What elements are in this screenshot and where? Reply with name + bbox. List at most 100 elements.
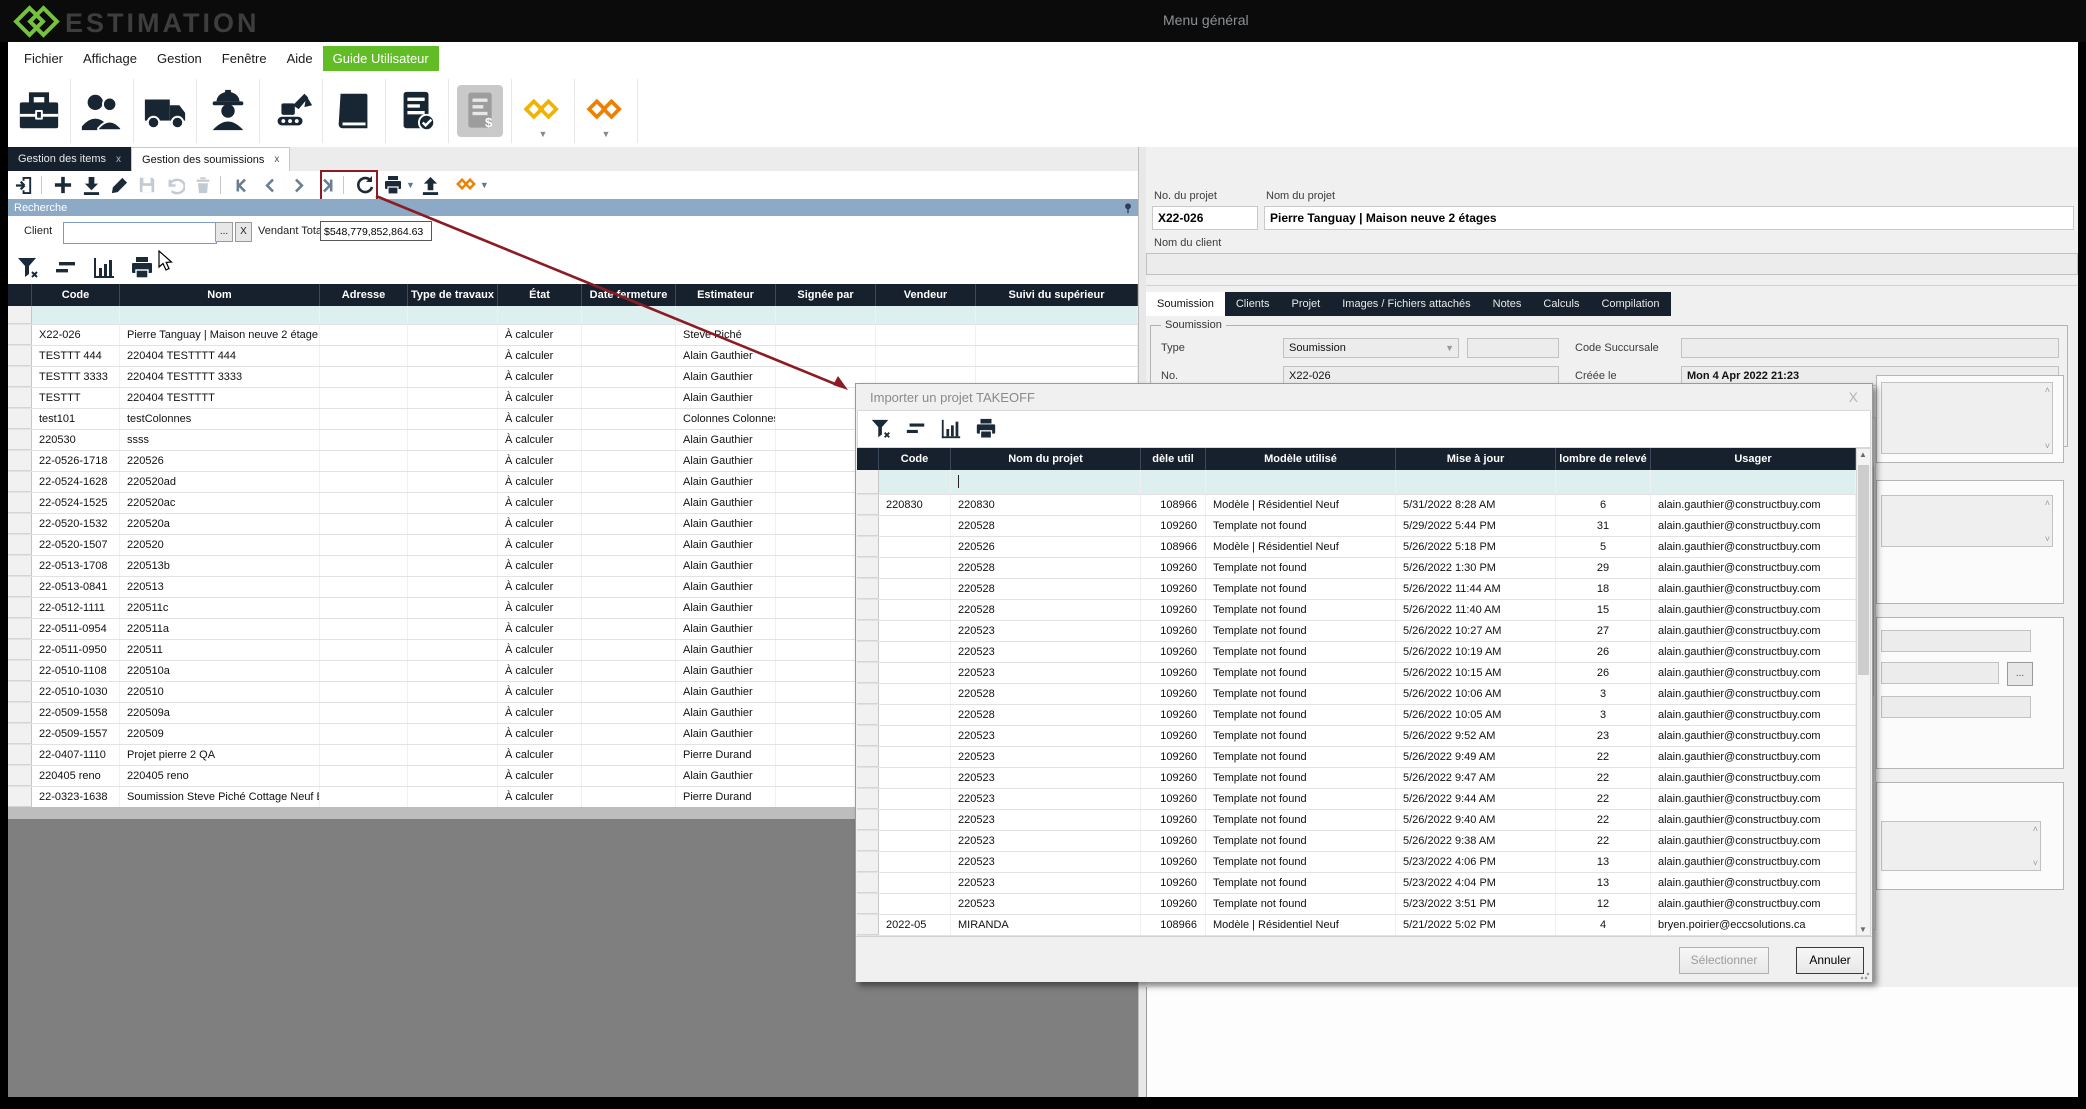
- nom-client-field[interactable]: [1146, 253, 2078, 275]
- table-row[interactable]: 220523109260Template not found5/26/2022 …: [857, 726, 1856, 747]
- first-record-button[interactable]: [230, 173, 254, 197]
- catalog-button[interactable]: [323, 79, 386, 143]
- group-lines-icon[interactable]: [54, 256, 78, 280]
- takeoff-import-dropdown[interactable]: ▼: [480, 180, 489, 190]
- tab-gestion-des-items[interactable]: Gestion des itemsx: [8, 147, 131, 171]
- table-row[interactable]: 2022-05MIRANDA108966Modèle | Résidentiel…: [857, 915, 1856, 936]
- table-row[interactable]: 220528109260Template not found5/26/2022 …: [857, 705, 1856, 726]
- undo-button[interactable]: [163, 173, 187, 197]
- table-row[interactable]: 220526108966Modèle | Résidentiel Neuf5/2…: [857, 537, 1856, 558]
- row-selector[interactable]: [857, 768, 879, 788]
- column-header-lombre-de-relev[interactable]: lombre de relevé: [1556, 448, 1651, 470]
- column-header-code[interactable]: Code: [879, 448, 951, 470]
- group-lines-icon[interactable]: [905, 418, 927, 440]
- row-selector[interactable]: [857, 831, 879, 851]
- chart-icon[interactable]: [92, 256, 116, 280]
- table-row[interactable]: 220523109260Template not found5/26/2022 …: [857, 642, 1856, 663]
- row-selector[interactable]: [857, 747, 879, 767]
- row-selector[interactable]: [857, 852, 879, 872]
- menu-item-guide-utilisateur[interactable]: Guide Utilisateur: [323, 46, 439, 71]
- table-row[interactable]: 220523109260Template not found5/23/2022 …: [857, 894, 1856, 915]
- table-row[interactable]: 220523109260Template not found5/23/2022 …: [857, 873, 1856, 894]
- row-selector[interactable]: [8, 472, 32, 492]
- row-selector[interactable]: [8, 682, 32, 702]
- column-header-code[interactable]: Code: [32, 284, 120, 306]
- menu-item-affichage[interactable]: Affichage: [73, 46, 147, 71]
- scroll-up-icon[interactable]: ▲: [1857, 450, 1869, 459]
- table-row[interactable]: X22-026Pierre Tanguay | Maison neuve 2 é…: [8, 325, 1138, 346]
- tab-close-icon[interactable]: x: [116, 154, 121, 165]
- column-header-sign-e-par[interactable]: Signée par: [776, 284, 876, 306]
- column-header-estimateur[interactable]: Estimateur: [676, 284, 776, 306]
- row-selector[interactable]: [8, 661, 32, 681]
- table-row[interactable]: 220830220830108966Modèle | Résidentiel N…: [857, 495, 1856, 516]
- row-selector[interactable]: [8, 766, 32, 786]
- detail-tab-calculs[interactable]: Calculs: [1532, 292, 1590, 316]
- estimation-yellow-button[interactable]: ▼: [512, 79, 575, 143]
- takeoff-import-button[interactable]: [455, 173, 479, 197]
- row-selector[interactable]: [8, 493, 32, 513]
- row-selector[interactable]: [857, 894, 879, 914]
- row-selector[interactable]: [8, 577, 32, 597]
- chart-icon[interactable]: [940, 418, 962, 440]
- column-header-vendeur[interactable]: Vendeur: [876, 284, 976, 306]
- table-row[interactable]: 220528109260Template not found5/26/2022 …: [857, 558, 1856, 579]
- no-projet-field[interactable]: X22-026: [1152, 206, 1258, 230]
- row-selector[interactable]: [8, 388, 32, 408]
- print-button[interactable]: [381, 173, 405, 197]
- row-selector[interactable]: [8, 619, 32, 639]
- column-header-date-fermeture[interactable]: Date fermeture: [582, 284, 676, 306]
- row-selector[interactable]: [857, 663, 879, 683]
- row-selector[interactable]: [857, 810, 879, 830]
- scroll-down-icon[interactable]: ▼: [1857, 925, 1869, 934]
- table-row[interactable]: 220523109260Template not found5/23/2022 …: [857, 852, 1856, 873]
- menu-item-fen-tre[interactable]: Fenêtre: [212, 46, 277, 71]
- add-button[interactable]: [51, 173, 75, 197]
- row-selector[interactable]: [857, 915, 879, 935]
- column-header-adresse[interactable]: Adresse: [320, 284, 408, 306]
- column-header-type-de-travaux[interactable]: Type de travaux: [408, 284, 498, 306]
- save-button[interactable]: [135, 173, 159, 197]
- code-succursale-field[interactable]: [1681, 338, 2059, 358]
- client-input[interactable]: [63, 222, 217, 244]
- next-record-button[interactable]: [286, 173, 310, 197]
- row-selector[interactable]: [8, 367, 32, 387]
- table-row[interactable]: 220523109260Template not found5/26/2022 …: [857, 747, 1856, 768]
- exit-button[interactable]: [12, 173, 36, 197]
- detail-tab-clients[interactable]: Clients: [1225, 292, 1281, 316]
- row-selector[interactable]: [857, 495, 879, 515]
- row-selector[interactable]: [8, 598, 32, 618]
- tab-gestion-des-soumissions[interactable]: Gestion des soumissionsx: [131, 147, 290, 171]
- dialog-scrollbar[interactable]: ▲ ▼: [1856, 448, 1871, 936]
- spinner-field-2[interactable]: ˄˅: [1881, 495, 2053, 547]
- column-header-mod-le-utilis[interactable]: Modèle utilisé: [1206, 448, 1396, 470]
- field-3c[interactable]: [1881, 696, 2031, 718]
- browse-button[interactable]: ...: [2007, 662, 2033, 686]
- grid-insert-row[interactable]: [8, 306, 1138, 325]
- table-row[interactable]: 220528109260Template not found5/26/2022 …: [857, 579, 1856, 600]
- table-row[interactable]: 220528109260Template not found5/26/2022 …: [857, 600, 1856, 621]
- import-button[interactable]: [79, 173, 103, 197]
- table-row[interactable]: 220523109260Template not found5/26/2022 …: [857, 768, 1856, 789]
- table-row[interactable]: 220523109260Template not found5/26/2022 …: [857, 831, 1856, 852]
- spinner-field-4[interactable]: ˄˅: [1881, 821, 2041, 871]
- column-header-mise-jour[interactable]: Mise à jour: [1396, 448, 1556, 470]
- client-clear-button[interactable]: X: [235, 222, 252, 242]
- detail-tab-images-fichiers-attach-s[interactable]: Images / Fichiers attachés: [1331, 292, 1481, 316]
- tab-close-icon[interactable]: x: [274, 154, 279, 165]
- column-header-tat[interactable]: État: [498, 284, 582, 306]
- row-selector[interactable]: [857, 600, 879, 620]
- notes-spinner-field[interactable]: ˄˅: [1881, 382, 2053, 454]
- clients-button[interactable]: [71, 79, 134, 143]
- nom-projet-field[interactable]: Pierre Tanguay | Maison neuve 2 étages: [1264, 206, 2074, 230]
- row-selector[interactable]: [857, 873, 879, 893]
- document-check-button[interactable]: [386, 79, 449, 143]
- row-selector[interactable]: [857, 621, 879, 641]
- print-icon[interactable]: [975, 418, 997, 440]
- row-selector[interactable]: [8, 535, 32, 555]
- row-selector[interactable]: [8, 745, 32, 765]
- row-selector[interactable]: [857, 537, 879, 557]
- table-row[interactable]: TESTTT 444220404 TESTTTT 444À calculerAl…: [8, 346, 1138, 367]
- table-row[interactable]: 220523109260Template not found5/26/2022 …: [857, 663, 1856, 684]
- export-button[interactable]: [419, 173, 443, 197]
